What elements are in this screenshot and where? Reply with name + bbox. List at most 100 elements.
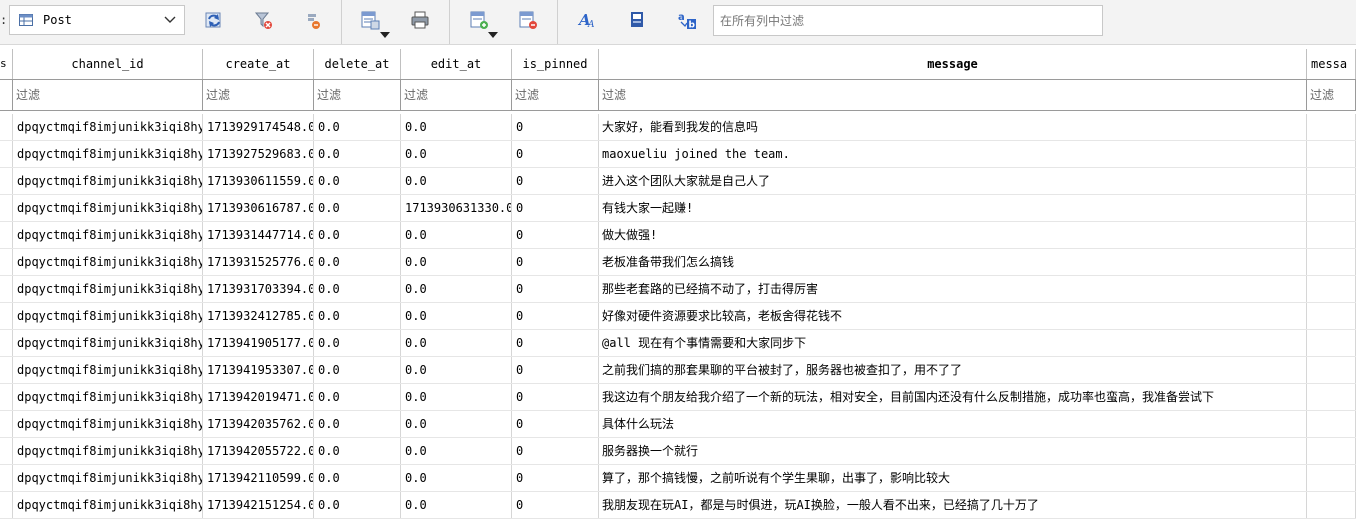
cell-is-pinned[interactable]: 0 (512, 384, 599, 410)
cell-edit-at[interactable]: 0.0 (401, 438, 512, 464)
cell-create-at[interactable]: 1713942055722.0 (203, 438, 314, 464)
cell-channel-id[interactable]: dpqyctmqif8imjunikk3iqi8hy (13, 222, 203, 248)
cell-channel-id[interactable]: dpqyctmqif8imjunikk3iqi8hy (13, 303, 203, 329)
cell-delete-at[interactable]: 0.0 (314, 114, 401, 140)
cell-channel-id[interactable]: dpqyctmqif8imjunikk3iqi8hy (13, 168, 203, 194)
row-header-cell[interactable] (0, 276, 13, 302)
cell-delete-at[interactable]: 0.0 (314, 492, 401, 518)
cell-truncated-column[interactable] (1307, 492, 1356, 518)
cell-truncated-column[interactable] (1307, 330, 1356, 356)
cell-create-at[interactable]: 1713942035762.0 (203, 411, 314, 437)
row-header-cell[interactable] (0, 222, 13, 248)
cell-create-at[interactable]: 1713941905177.0 (203, 330, 314, 356)
cell-channel-id[interactable]: dpqyctmqif8imjunikk3iqi8hy (13, 438, 203, 464)
cell-delete-at[interactable]: 0.0 (314, 357, 401, 383)
cell-create-at[interactable]: 1713929174548.0 (203, 114, 314, 140)
cell-truncated-column[interactable] (1307, 222, 1356, 248)
column-header[interactable]: channel_id (13, 49, 203, 79)
table-row[interactable]: dpqyctmqif8imjunikk3iqi8hy 1713942019471.… (0, 384, 1356, 411)
cell-create-at[interactable]: 1713930611559.0 (203, 168, 314, 194)
column-header[interactable]: is_pinned (512, 49, 599, 79)
refresh-icon[interactable] (204, 10, 224, 30)
cell-is-pinned[interactable]: 0 (512, 357, 599, 383)
cell-is-pinned[interactable]: 0 (512, 330, 599, 356)
table-row[interactable]: dpqyctmqif8imjunikk3iqi8hy 1713942035762.… (0, 411, 1356, 438)
cell-delete-at[interactable]: 0.0 (314, 222, 401, 248)
insert-record-dropdown-arrow[interactable] (488, 32, 498, 38)
cell-edit-at[interactable]: 0.0 (401, 303, 512, 329)
table-select[interactable]: Post (9, 5, 185, 35)
row-header-cell[interactable] (0, 330, 13, 356)
cell-truncated-column[interactable] (1307, 141, 1356, 167)
cell-edit-at[interactable]: 0.0 (401, 492, 512, 518)
cell-edit-at[interactable]: 0.0 (401, 357, 512, 383)
cell-channel-id[interactable]: dpqyctmqif8imjunikk3iqi8hy (13, 276, 203, 302)
table-row[interactable]: dpqyctmqif8imjunikk3iqi8hy 1713942110599.… (0, 465, 1356, 492)
cell-is-pinned[interactable]: 0 (512, 492, 599, 518)
cell-is-pinned[interactable]: 0 (512, 222, 599, 248)
cell-is-pinned[interactable]: 0 (512, 195, 599, 221)
cell-truncated-column[interactable] (1307, 303, 1356, 329)
cell-is-pinned[interactable]: 0 (512, 249, 599, 275)
row-header-cell[interactable] (0, 141, 13, 167)
cell-truncated-column[interactable] (1307, 465, 1356, 491)
cell-channel-id[interactable]: dpqyctmqif8imjunikk3iqi8hy (13, 357, 203, 383)
column-filter-input[interactable] (1307, 80, 1355, 110)
cell-create-at[interactable]: 1713931525776.0 (203, 249, 314, 275)
cell-edit-at[interactable]: 1713930631330.0 (401, 195, 512, 221)
cell-is-pinned[interactable]: 0 (512, 438, 599, 464)
cell-channel-id[interactable]: dpqyctmqif8imjunikk3iqi8hy (13, 330, 203, 356)
cell-edit-at[interactable]: 0.0 (401, 222, 512, 248)
cell-message[interactable]: 之前我们搞的那套果聊的平台被封了，服务器也被查扣了，用不了了 (599, 357, 1307, 383)
cell-delete-at[interactable]: 0.0 (314, 465, 401, 491)
export-icon[interactable] (360, 10, 380, 30)
table-row[interactable]: dpqyctmqif8imjunikk3iqi8hy 1713927529683.… (0, 141, 1356, 168)
cell-message[interactable]: maoxueliu joined the team. (599, 141, 1307, 167)
cell-truncated-column[interactable] (1307, 384, 1356, 410)
cell-create-at[interactable]: 1713931703394.0 (203, 276, 314, 302)
table-row[interactable]: dpqyctmqif8imjunikk3iqi8hy 1713929174548.… (0, 114, 1356, 141)
row-header-cell[interactable] (0, 249, 13, 275)
cell-message[interactable]: 我朋友现在玩AI，都是与时俱进，玩AI换脸，一般人看不出来，已经搞了几十万了 (599, 492, 1307, 518)
cell-delete-at[interactable]: 0.0 (314, 303, 401, 329)
global-filter-input[interactable] (713, 5, 1103, 36)
cell-channel-id[interactable]: dpqyctmqif8imjunikk3iqi8hy (13, 141, 203, 167)
cell-is-pinned[interactable]: 0 (512, 168, 599, 194)
cell-edit-at[interactable]: 0.0 (401, 114, 512, 140)
cell-create-at[interactable]: 1713942019471.0 (203, 384, 314, 410)
cell-message[interactable]: 进入这个团队大家就是自己人了 (599, 168, 1307, 194)
export-dropdown-arrow[interactable] (380, 32, 390, 38)
cell-channel-id[interactable]: dpqyctmqif8imjunikk3iqi8hy (13, 465, 203, 491)
cell-channel-id[interactable]: dpqyctmqif8imjunikk3iqi8hy (13, 249, 203, 275)
cell-edit-at[interactable]: 0.0 (401, 411, 512, 437)
cell-channel-id[interactable]: dpqyctmqif8imjunikk3iqi8hy (13, 114, 203, 140)
cell-truncated-column[interactable] (1307, 357, 1356, 383)
row-header-cell[interactable] (0, 492, 13, 518)
cell-delete-at[interactable]: 0.0 (314, 438, 401, 464)
cell-create-at[interactable]: 1713942151254.0 (203, 492, 314, 518)
cell-create-at[interactable]: 1713932412785.0 (203, 303, 314, 329)
clear-sort-icon[interactable] (303, 10, 323, 30)
cell-channel-id[interactable]: dpqyctmqif8imjunikk3iqi8hy (13, 384, 203, 410)
cell-edit-at[interactable]: 0.0 (401, 141, 512, 167)
cell-is-pinned[interactable]: 0 (512, 276, 599, 302)
column-filter-input[interactable] (203, 80, 313, 110)
cell-edit-at[interactable]: 0.0 (401, 465, 512, 491)
row-header-cell[interactable] (0, 438, 13, 464)
cell-create-at[interactable]: 1713930616787.0 (203, 195, 314, 221)
cell-is-pinned[interactable]: 0 (512, 114, 599, 140)
table-row[interactable]: dpqyctmqif8imjunikk3iqi8hy 1713931703394.… (0, 276, 1356, 303)
cell-channel-id[interactable]: dpqyctmqif8imjunikk3iqi8hy (13, 195, 203, 221)
go-to-icon[interactable] (627, 10, 647, 30)
cell-message[interactable]: 我这边有个朋友给我介绍了一个新的玩法，相对安全，目前国内还没有什么反制措施，成功… (599, 384, 1307, 410)
cell-message[interactable]: 有钱大家一起赚! (599, 195, 1307, 221)
cell-create-at[interactable]: 1713942110599.0 (203, 465, 314, 491)
cell-edit-at[interactable]: 0.0 (401, 330, 512, 356)
cell-message[interactable]: @all 现在有个事情需要和大家同步下 (599, 330, 1307, 356)
insert-record-icon[interactable] (469, 10, 489, 30)
column-header[interactable]: s (0, 49, 13, 79)
font-icon[interactable]: A A (577, 10, 597, 30)
table-row[interactable]: dpqyctmqif8imjunikk3iqi8hy 1713931525776.… (0, 249, 1356, 276)
cell-edit-at[interactable]: 0.0 (401, 384, 512, 410)
cell-message[interactable]: 服务器换一个就行 (599, 438, 1307, 464)
